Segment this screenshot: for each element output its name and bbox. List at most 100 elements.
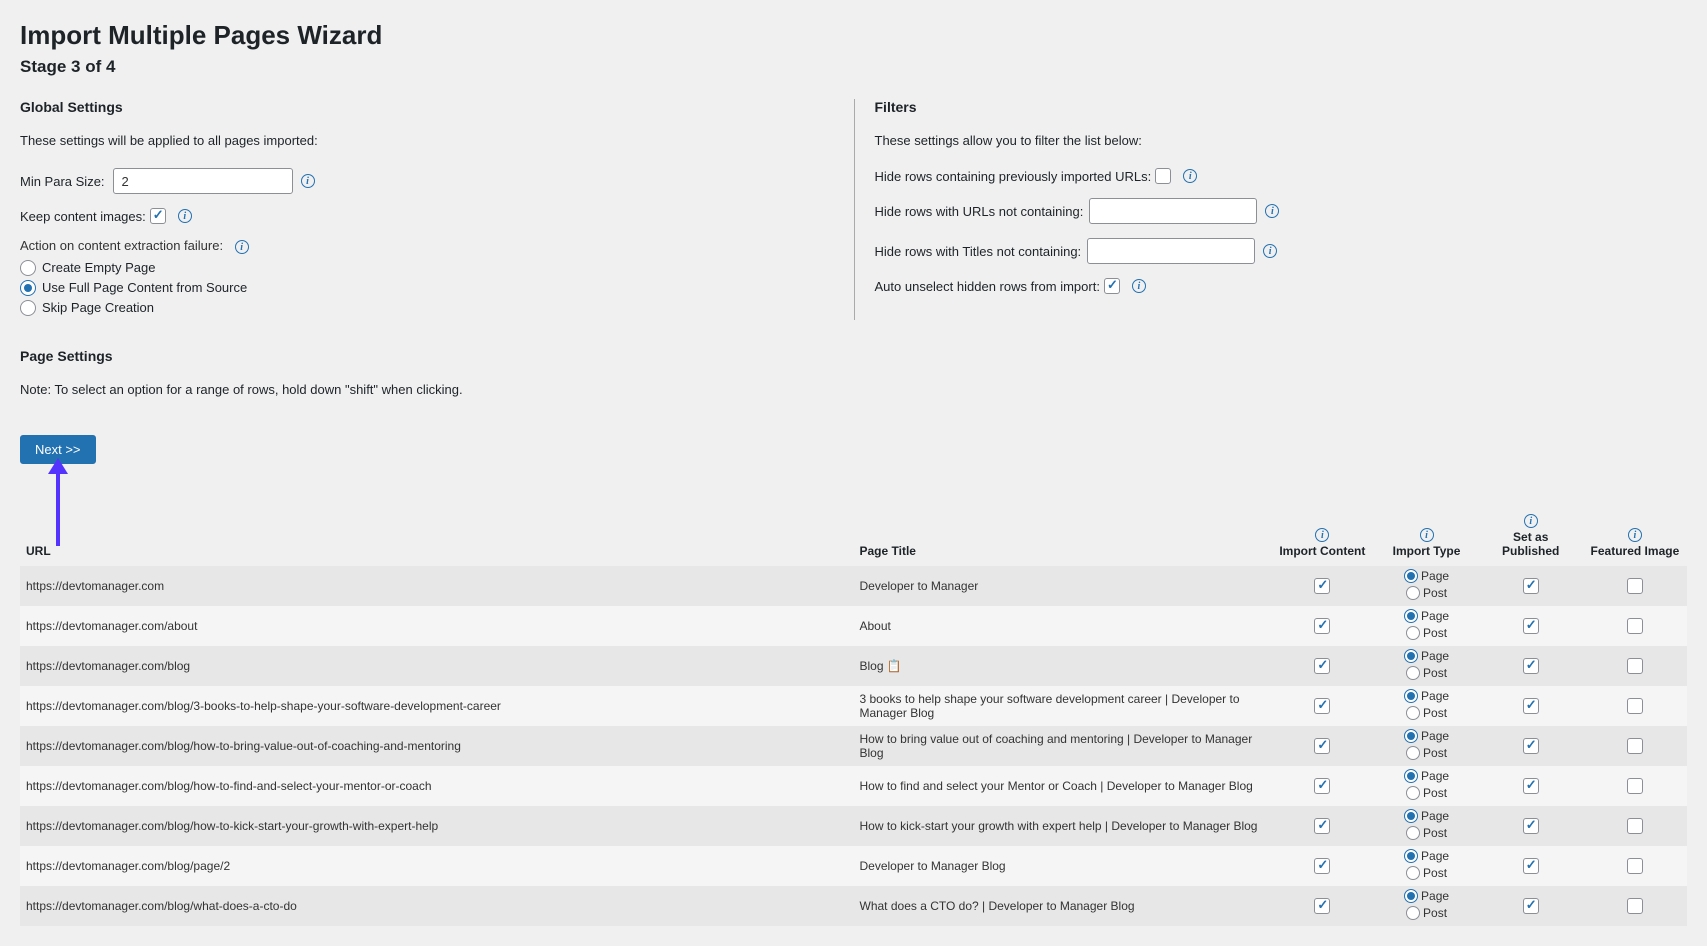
import-checkbox[interactable] [1314,778,1330,794]
auto-unselect-checkbox[interactable] [1104,278,1120,294]
type-page-label: Page [1421,809,1449,823]
hide-imported-checkbox[interactable] [1155,168,1171,184]
type-page-radio[interactable] [1404,649,1418,663]
cell-url: https://devtomanager.com [20,566,854,606]
cell-url: https://devtomanager.com/blog/what-does-… [20,886,854,926]
keep-images-checkbox[interactable] [150,208,166,224]
info-icon[interactable]: i [1524,514,1538,528]
type-post-radio[interactable] [1406,706,1420,720]
published-checkbox[interactable] [1523,578,1539,594]
table-row: https://devtomanager.com/aboutAboutPageP… [20,606,1687,646]
info-icon[interactable]: i [1263,244,1277,258]
cell-title: How to kick-start your growth with exper… [854,806,1271,846]
info-icon[interactable]: i [1265,204,1279,218]
type-page-radio[interactable] [1404,769,1418,783]
import-checkbox[interactable] [1314,578,1330,594]
table-row: https://devtomanager.com/blog/how-to-fin… [20,766,1687,806]
type-post-radio[interactable] [1406,666,1420,680]
type-page-label: Page [1421,689,1449,703]
info-icon[interactable]: i [1628,528,1642,542]
col-title: Page Title [854,510,1271,567]
page-settings-section: Page Settings Note: To select an option … [20,348,1687,927]
featured-checkbox[interactable] [1627,698,1643,714]
info-icon[interactable]: i [1315,528,1329,542]
radio-use-full[interactable] [20,280,36,296]
type-page-radio[interactable] [1404,609,1418,623]
published-checkbox[interactable] [1523,618,1539,634]
col-import: iImport Content [1270,510,1374,567]
cell-url: https://devtomanager.com/about [20,606,854,646]
col-published: iSet as Published [1479,510,1583,567]
table-row: https://devtomanager.comDeveloper to Man… [20,566,1687,606]
published-checkbox[interactable] [1523,778,1539,794]
type-post-label: Post [1423,746,1447,760]
type-post-label: Post [1423,586,1447,600]
page-title: Import Multiple Pages Wizard [20,20,1687,51]
published-checkbox[interactable] [1523,658,1539,674]
info-icon[interactable]: i [1183,169,1197,183]
type-page-label: Page [1421,889,1449,903]
type-post-radio[interactable] [1406,746,1420,760]
radio-create-empty-label: Create Empty Page [42,260,155,275]
cell-url: https://devtomanager.com/blog/page/2 [20,846,854,886]
hide-title-input[interactable] [1087,238,1255,264]
published-checkbox[interactable] [1523,818,1539,834]
type-page-label: Page [1421,649,1449,663]
featured-checkbox[interactable] [1627,818,1643,834]
type-page-label: Page [1421,849,1449,863]
type-page-label: Page [1421,609,1449,623]
import-checkbox[interactable] [1314,858,1330,874]
type-post-label: Post [1423,666,1447,680]
type-post-radio[interactable] [1406,826,1420,840]
published-checkbox[interactable] [1523,698,1539,714]
info-icon[interactable]: i [1420,528,1434,542]
type-post-radio[interactable] [1406,906,1420,920]
pages-table: URL Page Title iImport Content iImport T… [20,510,1687,927]
import-checkbox[interactable] [1314,898,1330,914]
type-page-radio[interactable] [1404,849,1418,863]
type-page-radio[interactable] [1404,889,1418,903]
info-icon[interactable]: i [235,240,249,254]
featured-checkbox[interactable] [1627,778,1643,794]
min-para-input[interactable] [113,168,293,194]
hide-url-input[interactable] [1089,198,1257,224]
type-post-radio[interactable] [1406,866,1420,880]
featured-checkbox[interactable] [1627,858,1643,874]
info-icon[interactable]: i [301,174,315,188]
cell-title: About [854,606,1271,646]
published-checkbox[interactable] [1523,898,1539,914]
cell-url: https://devtomanager.com/blog/how-to-fin… [20,766,854,806]
table-row: https://devtomanager.com/blog/how-to-kic… [20,806,1687,846]
type-post-radio[interactable] [1406,626,1420,640]
import-checkbox[interactable] [1314,658,1330,674]
cell-url: https://devtomanager.com/blog/how-to-kic… [20,806,854,846]
type-post-label: Post [1423,786,1447,800]
published-checkbox[interactable] [1523,738,1539,754]
type-page-radio[interactable] [1404,689,1418,703]
info-icon[interactable]: i [178,209,192,223]
radio-create-empty[interactable] [20,260,36,276]
type-post-radio[interactable] [1406,586,1420,600]
type-page-label: Page [1421,769,1449,783]
featured-checkbox[interactable] [1627,658,1643,674]
hide-imported-label: Hide rows containing previously imported… [875,169,1152,184]
global-settings-desc: These settings will be applied to all pa… [20,133,814,148]
type-page-radio[interactable] [1404,729,1418,743]
cell-url: https://devtomanager.com/blog/3-books-to… [20,686,854,726]
published-checkbox[interactable] [1523,858,1539,874]
info-icon[interactable]: i [1132,279,1146,293]
featured-checkbox[interactable] [1627,738,1643,754]
import-checkbox[interactable] [1314,818,1330,834]
page-settings-heading: Page Settings [20,348,1687,364]
type-page-radio[interactable] [1404,809,1418,823]
featured-checkbox[interactable] [1627,898,1643,914]
featured-checkbox[interactable] [1627,618,1643,634]
featured-checkbox[interactable] [1627,578,1643,594]
import-checkbox[interactable] [1314,698,1330,714]
type-page-label: Page [1421,729,1449,743]
type-post-radio[interactable] [1406,786,1420,800]
import-checkbox[interactable] [1314,618,1330,634]
type-page-radio[interactable] [1404,569,1418,583]
import-checkbox[interactable] [1314,738,1330,754]
radio-skip[interactable] [20,300,36,316]
